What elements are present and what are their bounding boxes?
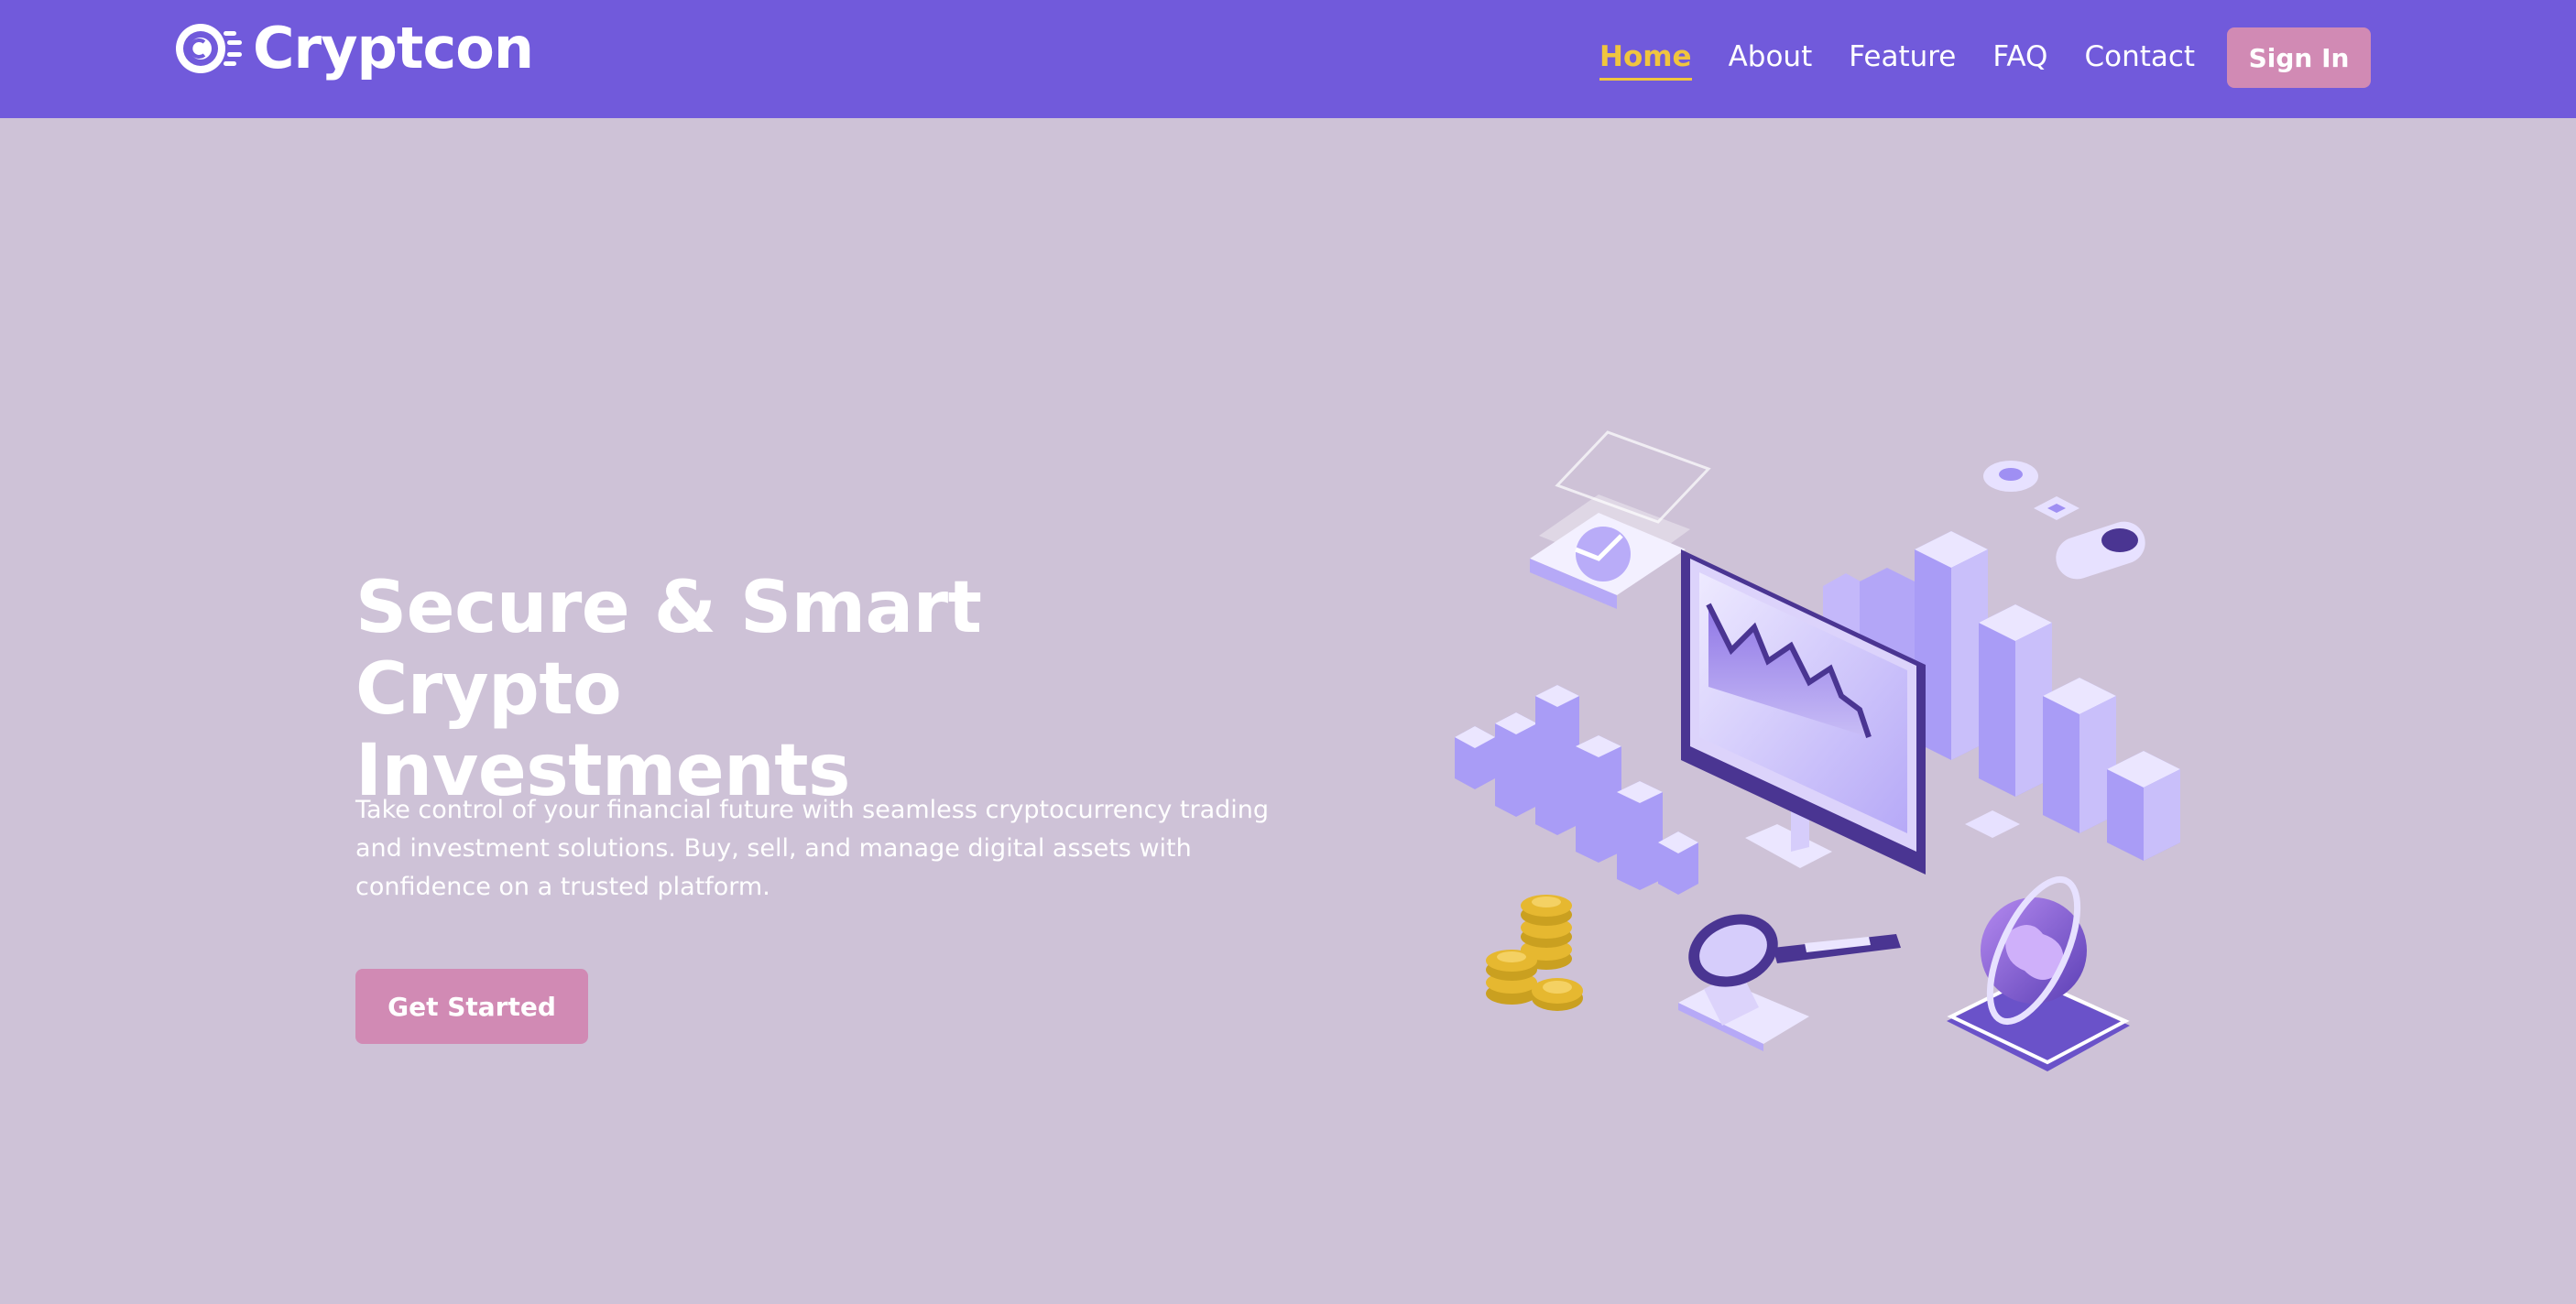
navbar: Cryptcon Home About Feature FAQ Contact …	[0, 0, 2576, 118]
floating-chip	[1965, 810, 2020, 838]
main-nav: Home About Feature FAQ Contact	[1599, 0, 2232, 114]
sign-in-button[interactable]: Sign In	[2227, 27, 2371, 88]
hero-description: Take control of your financial future wi…	[355, 791, 1272, 907]
nav-link-contact[interactable]: Contact	[2084, 43, 2195, 71]
hero-description-line-2: and investment solutions. Buy, sell, and…	[355, 834, 1192, 863]
crypto-coin-icon	[176, 24, 242, 73]
bar-chart-left	[1455, 685, 1698, 895]
hero-description-line-3: confidence on a trusted platform.	[355, 873, 770, 901]
nav-link-home[interactable]: Home	[1599, 43, 1692, 81]
nav-link-feature[interactable]: Feature	[1849, 43, 1956, 71]
brand-name: Cryptcon	[253, 15, 534, 82]
hero-description-line-1: Take control of your financial future wi…	[355, 796, 1270, 824]
get-started-button[interactable]: Get Started	[355, 969, 588, 1044]
hero-title: Secure & Smart Crypto Investments	[355, 568, 1272, 812]
isometric-crypto-dashboard-illustration	[1455, 430, 2180, 1071]
globe-on-tablet	[1947, 875, 2130, 1071]
gold-coins	[1486, 895, 1583, 1011]
floating-toggle-widgets	[1983, 461, 2145, 580]
brand-logo-link[interactable]: Cryptcon	[170, 15, 534, 82]
magnifying-glass	[1678, 914, 1901, 1051]
hero-title-line-1: Secure & Smart Crypto	[355, 567, 982, 731]
nav-link-about[interactable]: About	[1729, 43, 1813, 71]
nav-link-faq[interactable]: FAQ	[1992, 43, 2047, 71]
